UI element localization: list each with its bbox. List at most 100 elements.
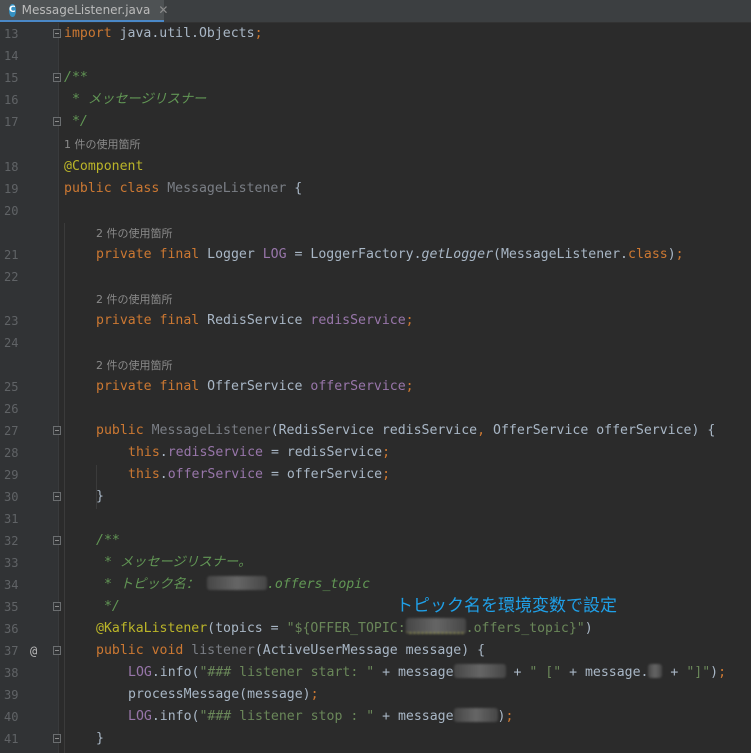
code-text: */ <box>96 596 120 618</box>
fold-toggle-icon[interactable] <box>53 117 61 126</box>
code-line[interactable]: 31 <box>0 508 751 530</box>
java-class-icon: C <box>9 3 16 17</box>
code-line[interactable]: 37 @ public void listener(ActiveUserMessag… <box>0 640 751 662</box>
redacted-text <box>206 576 267 590</box>
code-token: LOG <box>262 247 287 262</box>
code-line[interactable]: 30} <box>0 486 751 508</box>
code-editor[interactable]: 1 件の使用箇所 2 件の使用箇所 2 件の使用箇所 2 件の使用箇所 13 im… <box>0 23 751 753</box>
redacted-text <box>405 618 466 634</box>
code-token: } <box>96 489 104 504</box>
code-token: ; <box>505 709 514 724</box>
code-text: * メッセージリスナー <box>64 89 206 111</box>
code-token: ; <box>405 313 414 328</box>
code-token: OfferService <box>207 379 311 394</box>
code-token: offerService <box>167 467 263 482</box>
fold-toggle-icon[interactable] <box>53 646 61 655</box>
code-line[interactable]: 27 public MessageListener(RedisService re… <box>0 420 751 442</box>
code-token: /** <box>96 533 120 548</box>
code-line[interactable]: 39 processMessage(message); <box>0 684 751 706</box>
code-token: * トピック名： <box>96 577 207 592</box>
implemented-annotation-icon[interactable]: @ <box>30 640 37 662</box>
code-line[interactable]: 24 <box>0 332 751 354</box>
line-number: 15 <box>4 71 19 85</box>
line-number: 33 <box>4 556 19 570</box>
line-number: 20 <box>4 204 19 218</box>
code-token: ) <box>667 247 676 262</box>
code-token: = redisService <box>263 445 383 460</box>
fold-toggle-icon[interactable] <box>53 602 61 611</box>
code-line[interactable]: 35 */ <box>0 596 751 618</box>
fold-toggle-icon[interactable] <box>53 492 61 501</box>
code-line[interactable]: 19 public class MessageListener { <box>0 178 751 200</box>
annotation-note: トピック名を環境変数で設定 <box>396 596 617 616</box>
fold-toggle-icon[interactable] <box>53 536 61 545</box>
editor-tab-bar: C MessageListener.java ✕ <box>0 0 751 23</box>
code-token: ; <box>254 26 263 41</box>
line-number: 16 <box>4 93 19 107</box>
line-number: 29 <box>4 468 19 482</box>
usage-hint[interactable]: 2 件の使用箇所 <box>96 357 736 375</box>
code-line[interactable]: 29 this.offerService = offerService; <box>0 464 751 486</box>
code-token: + message <box>374 665 454 680</box>
fold-toggle-icon[interactable] <box>53 29 61 38</box>
code-line[interactable]: 25 private final OfferService offerServic… <box>0 376 751 398</box>
code-text: /** <box>96 530 120 552</box>
fold-toggle-icon[interactable] <box>53 73 61 82</box>
code-line[interactable]: 20 <box>0 200 751 222</box>
code-token: .offers_topic}" <box>465 621 585 636</box>
usage-hint[interactable]: 1 件の使用箇所 <box>64 136 704 154</box>
line-number: 22 <box>4 270 19 284</box>
code-line[interactable]: 23 private final RedisService redisServic… <box>0 310 751 332</box>
code-token: (RedisService redisService <box>270 423 478 438</box>
code-token: + message. <box>561 665 649 680</box>
code-text: private final OfferService offerService; <box>96 376 414 398</box>
code-line[interactable]: 13 import java.util.Objects; <box>0 23 751 45</box>
tab-messagelistener-java[interactable]: C MessageListener.java ✕ <box>0 0 168 22</box>
code-token: } <box>96 731 104 746</box>
code-line[interactable]: 28 this.redisService = redisService; <box>0 442 751 464</box>
code-line[interactable]: 15 /** <box>0 67 751 89</box>
code-line[interactable]: 36 @KafkaListener(topics = "${OFFER_TOPIC… <box>0 618 751 640</box>
code-line[interactable]: 40 LOG.info("### listener stop : " + mess… <box>0 706 751 728</box>
code-line[interactable]: 34 * トピック名： .offers_topic <box>0 574 751 596</box>
code-token: ; <box>718 665 727 680</box>
line-number: 32 <box>4 534 19 548</box>
usage-hint[interactable]: 2 件の使用箇所 <box>96 225 736 243</box>
code-line[interactable]: 16 * メッセージリスナー <box>0 89 751 111</box>
line-number: 35 <box>4 600 19 614</box>
code-token: .info( <box>151 709 200 724</box>
code-token: = offerService <box>263 467 383 482</box>
code-token: */ <box>96 599 120 614</box>
code-token: public class <box>64 181 168 196</box>
fold-toggle-icon[interactable] <box>53 426 61 435</box>
code-token: ; <box>382 445 391 460</box>
code-line[interactable]: 17 */ <box>0 111 751 133</box>
code-line[interactable]: 38 LOG.info("### listener start: " + mess… <box>0 662 751 684</box>
code-line[interactable]: 26 <box>0 398 751 420</box>
code-token: .offers_topic <box>266 577 371 592</box>
code-token: ; <box>382 467 391 482</box>
fold-toggle-icon[interactable] <box>53 734 61 743</box>
line-number: 28 <box>4 446 19 460</box>
code-text: /** <box>64 67 88 89</box>
code-token: LOG <box>128 665 152 680</box>
redacted-text <box>453 708 498 722</box>
code-line[interactable]: 22 <box>0 266 751 288</box>
code-token: . <box>159 445 168 460</box>
code-token: (MessageListener. <box>493 247 628 262</box>
code-token: ; <box>405 379 414 394</box>
code-line[interactable]: 21 private final Logger LOG = LoggerFacto… <box>0 244 751 266</box>
usage-hint[interactable]: 2 件の使用箇所 <box>96 291 736 309</box>
code-text: LOG.info("### listener start: " + messag… <box>128 662 726 684</box>
code-token: private final <box>96 247 208 262</box>
code-token: redisService <box>167 445 263 460</box>
code-line[interactable]: 18 @Component <box>0 156 751 178</box>
line-number: 25 <box>4 380 19 394</box>
code-line[interactable]: 41} <box>0 728 751 750</box>
close-icon[interactable]: ✕ <box>158 3 168 17</box>
code-text: this.offerService = offerService; <box>128 464 390 486</box>
code-token: "### listener stop : " <box>199 709 375 724</box>
code-line[interactable]: 14 <box>0 45 751 67</box>
code-line[interactable]: 33 * メッセージリスナー。 <box>0 552 751 574</box>
code-line[interactable]: 32 /** <box>0 530 751 552</box>
